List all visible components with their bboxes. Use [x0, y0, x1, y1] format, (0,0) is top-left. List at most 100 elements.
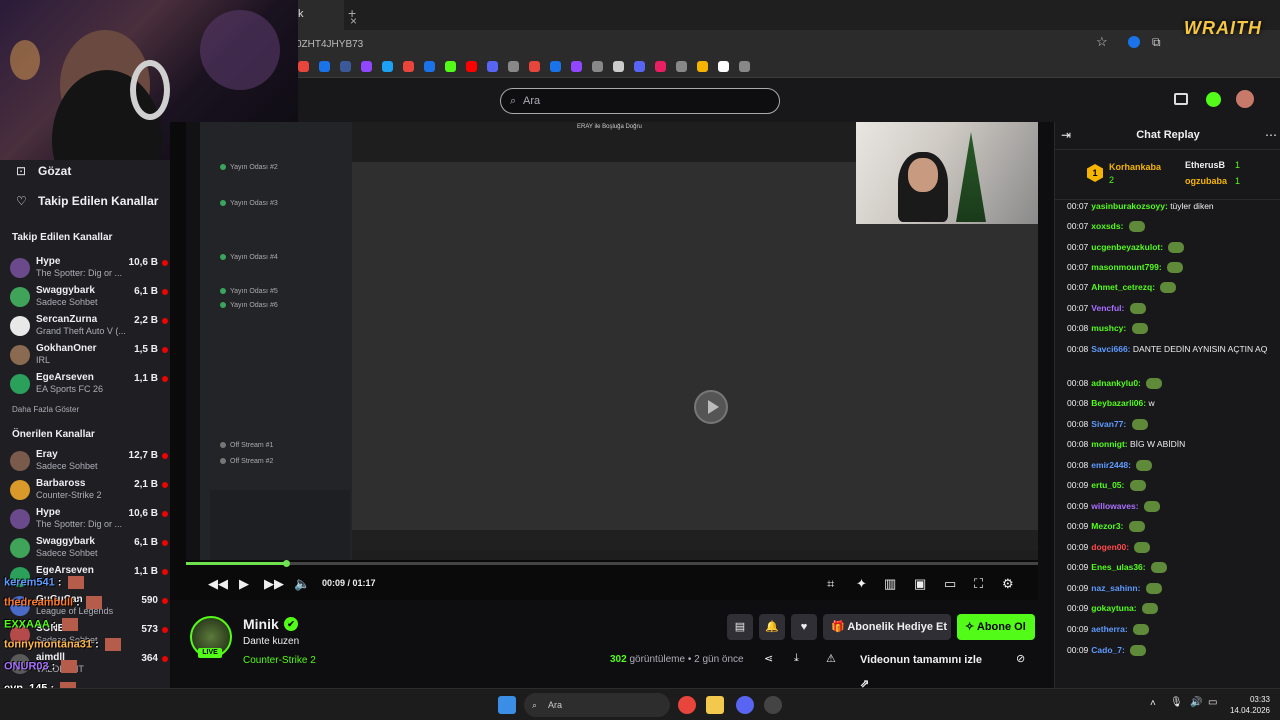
new-tab-button[interactable]: +: [348, 5, 356, 21]
taskbar-clock[interactable]: 03:33 14.04.2026: [1222, 694, 1270, 716]
bookmark-icon[interactable]: [445, 61, 456, 72]
message-user[interactable]: dogen00:: [1091, 542, 1129, 552]
mic-icon[interactable]: 🎙: [1170, 697, 1183, 708]
bookmark-icon[interactable]: [676, 61, 687, 72]
bookmark-icon[interactable]: [655, 61, 666, 72]
address-bar[interactable]: 0ZHT4JHYB73: [296, 34, 1116, 56]
bookmark-icon[interactable]: [529, 61, 540, 72]
message-user[interactable]: Beybazarli06:: [1091, 398, 1146, 408]
report-icon[interactable]: ⚠: [826, 652, 836, 665]
bookmark-icon[interactable]: [739, 61, 750, 72]
message-user[interactable]: Mezor3:: [1091, 521, 1123, 531]
notification-bell-button[interactable]: 🔔: [759, 614, 785, 640]
download-icon[interactable]: ⤓: [794, 652, 799, 665]
bookmark-star-icon[interactable]: ☆: [1096, 34, 1108, 50]
message-user[interactable]: masonmount799:: [1091, 262, 1161, 272]
gifter-name[interactable]: ogzubaba: [1185, 176, 1227, 186]
tray-chevron-icon[interactable]: ˄: [1150, 698, 1156, 709]
share-icon[interactable]: ⋖: [764, 652, 773, 665]
message-user[interactable]: emir2448:: [1091, 460, 1131, 470]
progress-knob[interactable]: [282, 560, 290, 567]
chart-icon[interactable]: ▥: [884, 576, 896, 592]
bookmark-icon[interactable]: [403, 61, 414, 72]
bookmark-icon[interactable]: [466, 61, 477, 72]
more-options-icon[interactable]: ⋯: [1265, 128, 1277, 142]
watch-full-video-button[interactable]: Videonun tamamını izle ⇗: [850, 648, 984, 690]
discord-icon[interactable]: [736, 696, 754, 714]
message-user[interactable]: Sivan77:: [1091, 419, 1126, 429]
file-explorer-icon[interactable]: [706, 696, 724, 714]
message-user[interactable]: Vencful:: [1091, 303, 1124, 313]
pip-icon[interactable]: ▣: [914, 576, 926, 592]
message-user[interactable]: Cado_7:: [1091, 645, 1125, 655]
tv-icon[interactable]: [1174, 93, 1188, 105]
taskbar-search[interactable]: ⌕ Ara: [524, 693, 670, 717]
start-icon[interactable]: [498, 696, 516, 714]
message-user[interactable]: Ahmet_cetrezq:: [1091, 282, 1155, 292]
kick-logo-icon[interactable]: [1206, 92, 1221, 107]
bookmark-icon[interactable]: [361, 61, 372, 72]
play-icon[interactable]: ▶: [239, 576, 249, 592]
bookmark-icon[interactable]: [718, 61, 729, 72]
message-user[interactable]: monnigt:: [1091, 439, 1127, 449]
message-user[interactable]: xoxsds:: [1091, 221, 1123, 231]
follow-heart-button[interactable]: ♥: [791, 614, 817, 640]
sidebar-following[interactable]: Takip Edilen Kanallar: [38, 194, 158, 208]
fullscreen-icon[interactable]: ⛶: [974, 576, 983, 592]
message-user[interactable]: naz_sahinn:: [1091, 583, 1140, 593]
bookmark-icon[interactable]: [592, 61, 603, 72]
volume-icon[interactable]: 🔈: [294, 576, 310, 592]
sidebar-channel[interactable]: Swaggybark Sadece Sohbet 6,1 B: [10, 285, 168, 311]
clipboard-button[interactable]: ▤: [727, 614, 753, 640]
sidebar-channel[interactable]: GokhanOner IRL 1,5 B: [10, 343, 168, 369]
sidebar-channel[interactable]: Hype The Spotter: Dig or ... 10,6 B: [10, 256, 168, 282]
sidebar-channel[interactable]: SercanZurna Grand Theft Auto V (... 2,2 B: [10, 314, 168, 340]
browser-tab[interactable]: k ×: [296, 0, 357, 30]
battery-icon[interactable]: ▭: [1208, 697, 1217, 708]
bookmark-icon[interactable]: [340, 61, 351, 72]
message-user[interactable]: Savci666:: [1091, 344, 1130, 354]
gifter-name[interactable]: Korhankaba: [1109, 162, 1161, 172]
bookmark-icon[interactable]: [550, 61, 561, 72]
gifter-name[interactable]: EtherusB: [1185, 160, 1225, 170]
bookmark-icon[interactable]: [382, 61, 393, 72]
message-user[interactable]: willowaves:: [1091, 501, 1138, 511]
show-more-link[interactable]: Daha Fazla Göster: [12, 405, 79, 414]
speaker-icon[interactable]: 🔊: [1190, 697, 1202, 708]
game-link[interactable]: Counter-Strike 2: [243, 655, 316, 666]
message-user[interactable]: aetherra:: [1091, 624, 1127, 634]
bookmark-icon[interactable]: [613, 61, 624, 72]
sparkle-icon[interactable]: ✦: [856, 576, 867, 592]
message-user[interactable]: ucgenbeyazkulot:: [1091, 242, 1163, 252]
clip-icon[interactable]: ⌗: [827, 576, 834, 592]
video-player[interactable]: Yayın Odası #2 Yayın Odası #3 Yayın Odas…: [170, 122, 1038, 600]
extension-icon[interactable]: [1128, 36, 1140, 48]
bookmark-icon[interactable]: [697, 61, 708, 72]
bookmark-icon[interactable]: [634, 61, 645, 72]
user-avatar[interactable]: [1236, 90, 1254, 108]
message-user[interactable]: yasinburakozsoyy:: [1091, 201, 1168, 211]
progress-bar[interactable]: [186, 562, 1038, 565]
message-user[interactable]: ertu_05:: [1091, 480, 1124, 490]
hide-icon[interactable]: ⊘: [1016, 652, 1025, 665]
bookmark-icon[interactable]: [487, 61, 498, 72]
extensions-puzzle-icon[interactable]: ⧉: [1152, 35, 1161, 50]
sidebar-channel[interactable]: Eray Sadece Sohbet 12,7 B: [10, 449, 168, 475]
theater-icon[interactable]: ▭: [944, 576, 956, 592]
sidebar-channel[interactable]: Barbaross Counter-Strike 2 2,1 B: [10, 478, 168, 504]
message-user[interactable]: adnankylu0:: [1091, 378, 1141, 388]
message-user[interactable]: mushcy:: [1091, 323, 1126, 333]
sidebar-browse[interactable]: Gözat: [38, 164, 71, 178]
app-icon[interactable]: [764, 696, 782, 714]
sidebar-channel[interactable]: EgeArseven EA Sports FC 26 1,1 B: [10, 372, 168, 398]
sidebar-channel[interactable]: Swaggybark Sadece Sohbet 6,1 B: [10, 536, 168, 562]
rewind-icon[interactable]: ◀◀: [208, 576, 228, 592]
message-user[interactable]: gokaytuna:: [1091, 603, 1136, 613]
chrome-icon[interactable]: [678, 696, 696, 714]
forward-icon[interactable]: ▶▶: [264, 576, 284, 592]
channel-name[interactable]: Minik: [243, 616, 279, 632]
bookmark-icon[interactable]: [298, 61, 309, 72]
bookmark-icon[interactable]: [571, 61, 582, 72]
search-input[interactable]: ⌕ Ara: [500, 88, 780, 114]
sidebar-channel[interactable]: Hype The Spotter: Dig or ... 10,6 B: [10, 507, 168, 533]
